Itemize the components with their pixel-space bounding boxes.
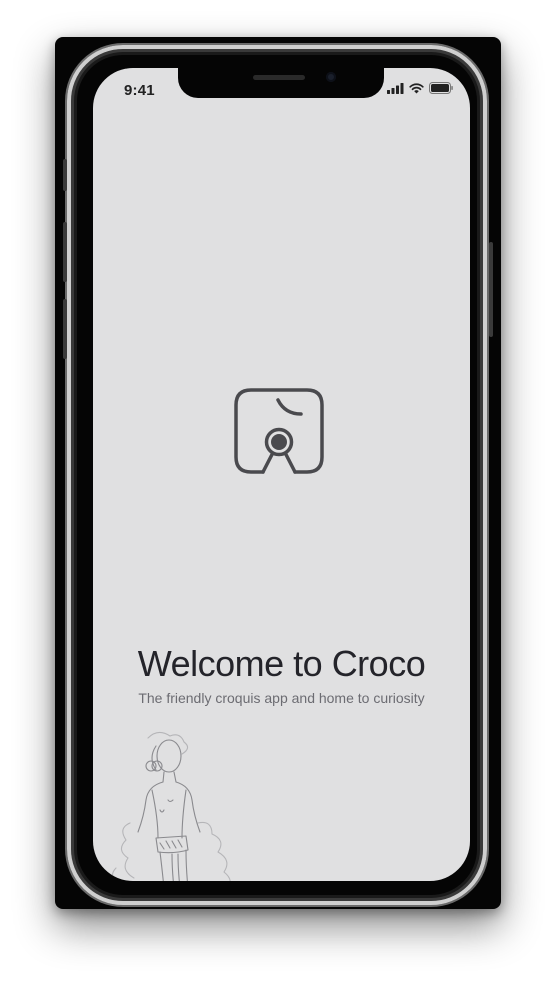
wifi-icon: [409, 81, 424, 99]
power-button: [489, 242, 493, 337]
welcome-title: Welcome to Croco: [137, 643, 426, 684]
croquis-figure-sketch: [108, 728, 258, 881]
mute-switch: [63, 159, 67, 191]
phone-device-frame: 9:41 Welcome to Croco The friendly croqu…: [55, 37, 501, 909]
volume-up-button: [63, 222, 67, 282]
earpiece-speaker: [253, 75, 305, 80]
croco-app-logo-icon: [233, 387, 325, 479]
front-camera: [326, 72, 336, 82]
battery-icon: [429, 81, 453, 99]
app-screen: 9:41 Welcome to Croco The friendly croqu…: [93, 68, 470, 881]
status-time: 9:41: [124, 82, 155, 99]
status-icons: [387, 81, 453, 99]
volume-down-button: [63, 299, 67, 359]
notch: [178, 68, 384, 98]
cellular-signal-icon: [387, 81, 404, 99]
home-indicator[interactable]: [215, 868, 349, 873]
welcome-subtitle: The friendly croquis app and home to cur…: [138, 690, 425, 706]
